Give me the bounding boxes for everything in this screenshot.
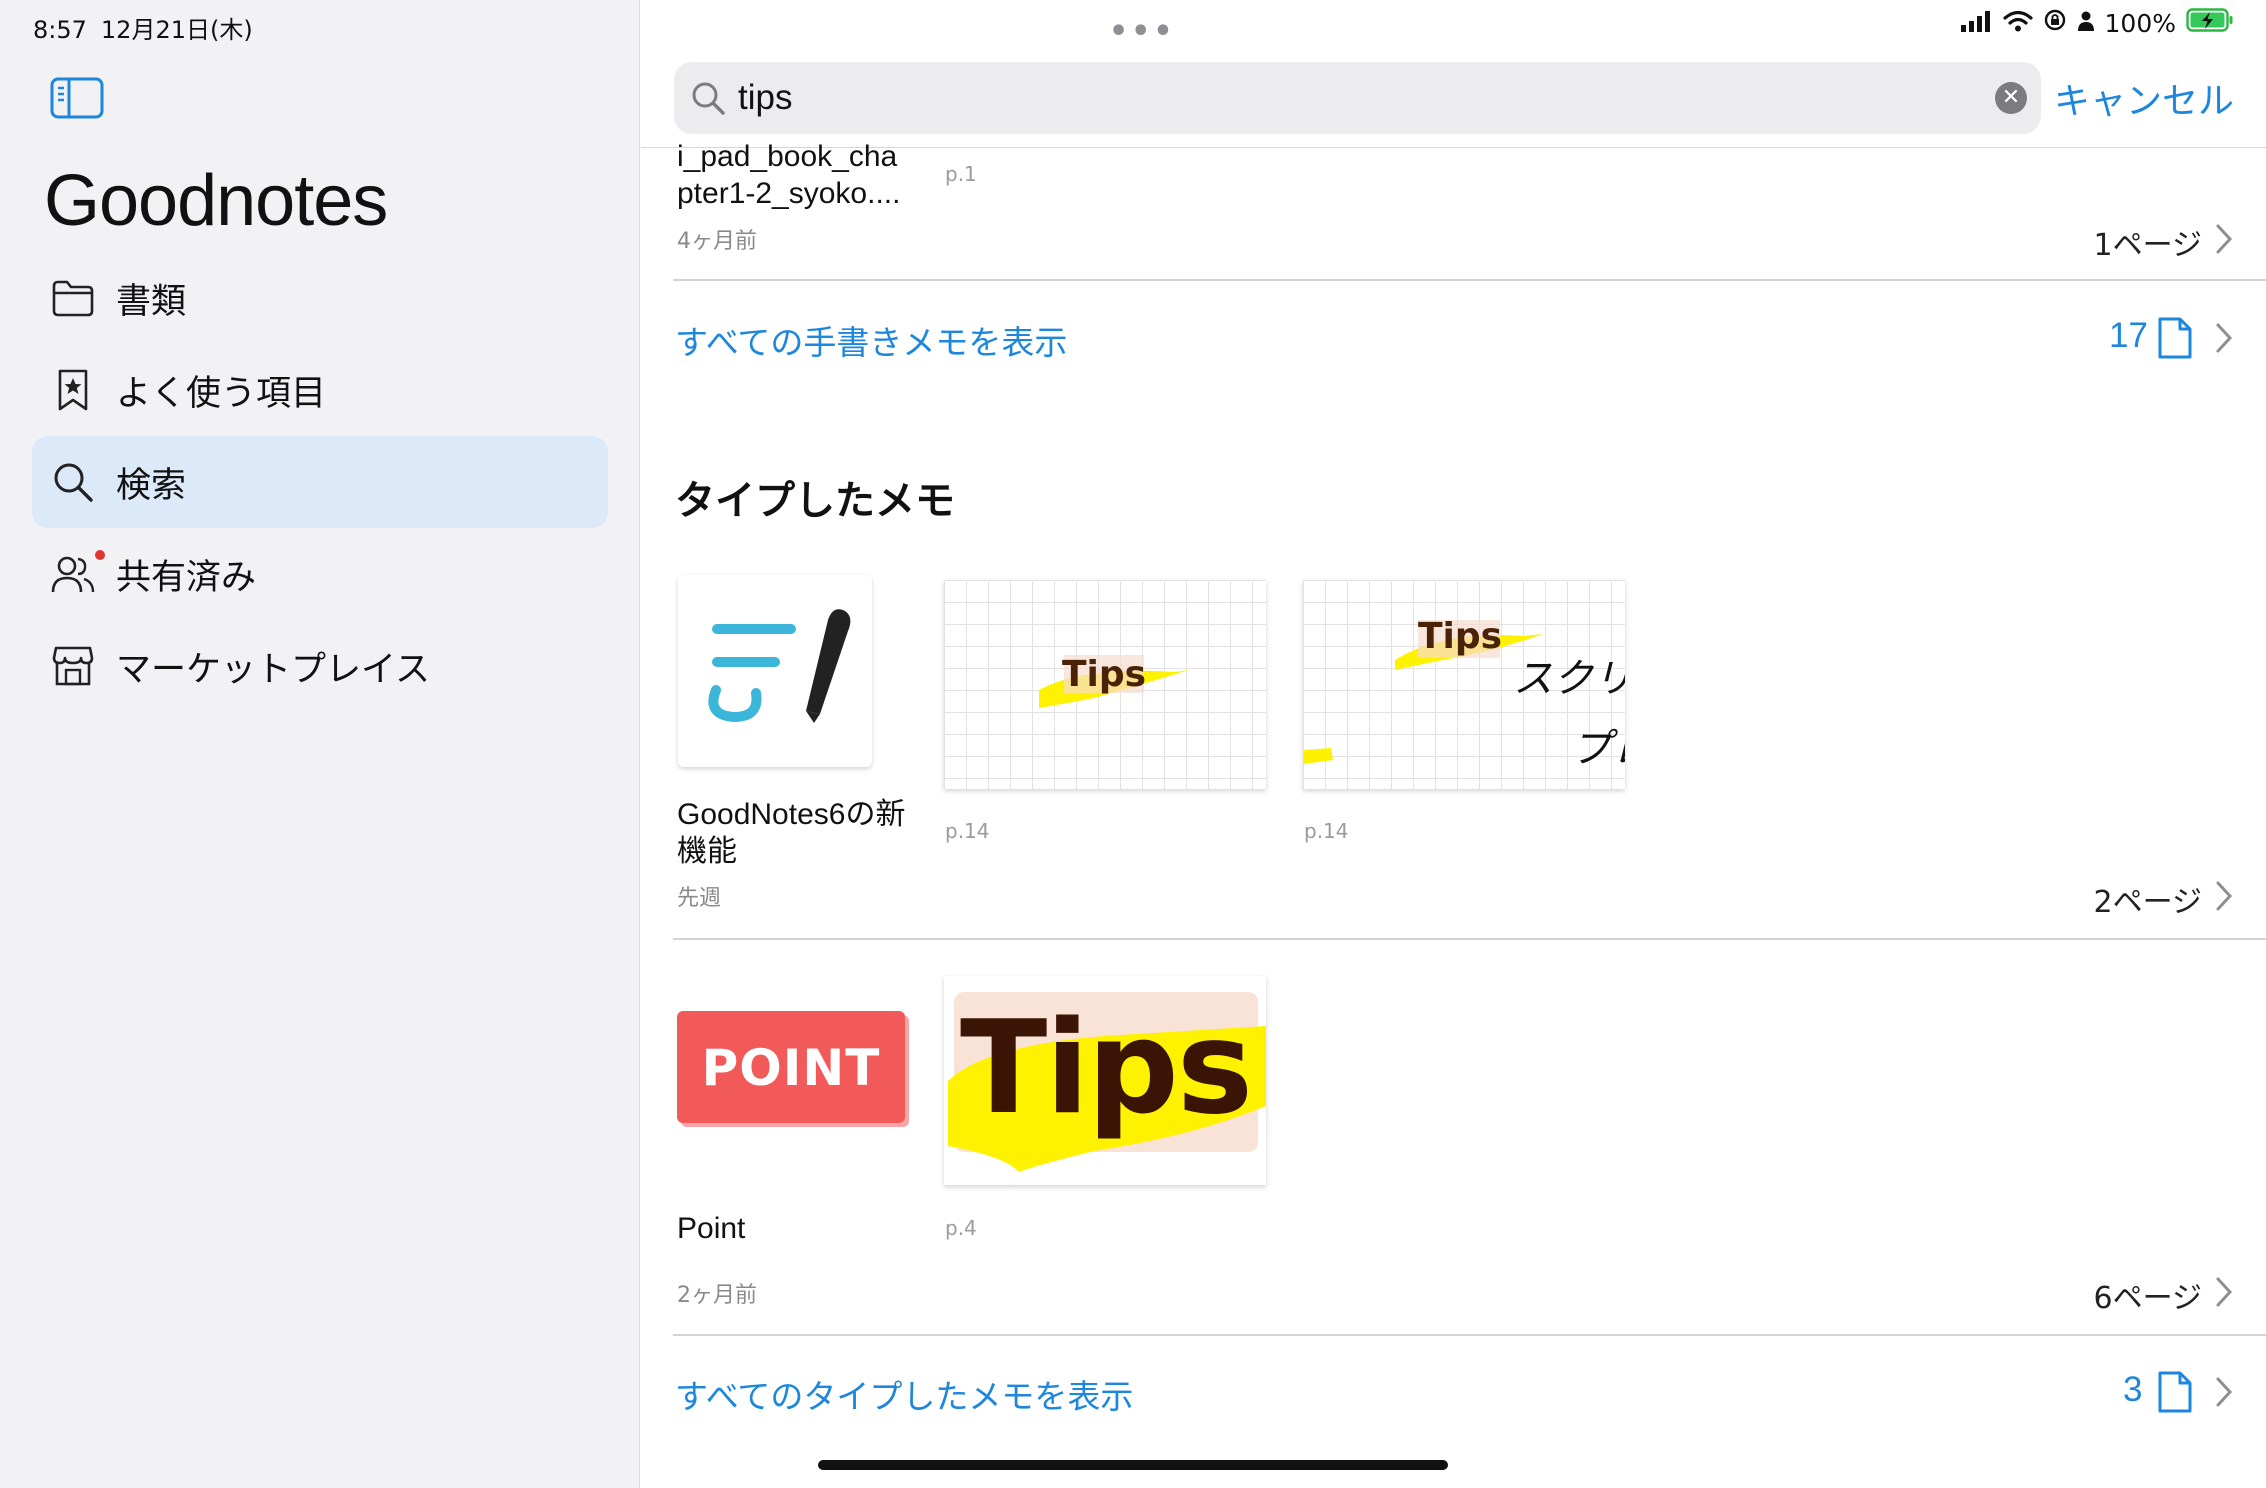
bookmark-star-icon — [50, 367, 96, 413]
sidebar-item-favorites[interactable]: よく使う項目 — [32, 344, 608, 436]
home-indicator[interactable] — [818, 1460, 1448, 1470]
wifi-icon — [2002, 9, 2033, 38]
main-content: ••• 100% ✕ キャンセル i_pad_book_cha pter1-2_… — [641, 0, 2266, 1488]
thumbnail-text: Tips — [1062, 654, 1147, 695]
multitasking-dots-icon[interactable]: ••• — [1109, 14, 1176, 49]
sidebar-item-search[interactable]: 検索 — [32, 436, 608, 528]
clear-search-icon[interactable]: ✕ — [1995, 82, 2027, 114]
thumbnail-text: Tips — [960, 994, 1253, 1143]
note-title-line2: pter1-2_syoko.... — [677, 177, 901, 210]
sidebar-item-label: マーケットプレイス — [116, 649, 430, 690]
handwritten-count: 17 — [2109, 316, 2148, 355]
sidebar: 8:57 12月21日(木) Goodnotes 書類 よく使う項目 検索 共有… — [0, 0, 640, 1488]
page-thumbnail[interactable]: Tips — [944, 976, 1266, 1185]
chevron-right-icon — [2216, 1377, 2233, 1407]
note-title-line1: i_pad_book_cha — [677, 140, 898, 173]
page-thumbnail[interactable]: Tips — [944, 580, 1266, 789]
note-title-line2: 機能 — [677, 835, 737, 868]
page-ref: p.4 — [945, 1216, 977, 1240]
status-time: 8:57 — [33, 16, 87, 44]
sidebar-item-marketplace[interactable]: マーケットプレイス — [32, 620, 608, 712]
search-bar: ✕ — [674, 62, 2041, 134]
note-date: 先週 — [677, 886, 722, 911]
page-ref: p.14 — [1304, 819, 1349, 843]
cover-text: POINT — [701, 1039, 881, 1097]
note-date: 2ヶ月前 — [677, 1283, 757, 1308]
thumbnail-handwriting: スクリー — [1513, 656, 1625, 702]
page-thumbnail[interactable]: Tips スクリー プレ — [1303, 580, 1625, 789]
page-ref: p.1 — [945, 162, 977, 186]
page-count: 6ページ — [2093, 1281, 2203, 1316]
sidebar-nav: 書類 よく使う項目 検索 共有済み マーケットプレイス — [32, 252, 608, 712]
note-date: 4ヶ月前 — [677, 229, 757, 254]
divider — [673, 1334, 2266, 1336]
status-bar-right: 100% — [1951, 8, 2234, 38]
cancel-button[interactable]: キャンセル — [2054, 72, 2234, 124]
chevron-right-icon — [2216, 1277, 2233, 1307]
rotation-lock-icon — [2043, 8, 2067, 38]
sidebar-item-shared[interactable]: 共有済み — [32, 528, 608, 620]
sidebar-item-documents[interactable]: 書類 — [32, 252, 608, 344]
search-icon — [688, 78, 728, 118]
typed-count: 3 — [2123, 1370, 2143, 1409]
note-title-line1: GoodNotes6の新 — [677, 798, 906, 831]
thumbnail-handwriting: プレ — [1571, 726, 1625, 772]
page-ref: p.14 — [945, 819, 990, 843]
status-date: 12月21日(木) — [100, 16, 253, 44]
status-time-date: 8:57 12月21日(木) — [33, 10, 267, 45]
show-all-typed-link[interactable]: すべてのタイプしたメモを表示 — [675, 1370, 1133, 1418]
divider — [673, 279, 2266, 281]
chevron-right-icon — [2216, 323, 2233, 353]
chevron-right-icon — [2216, 881, 2233, 911]
show-all-handwritten-link[interactable]: すべての手書きメモを表示 — [675, 316, 1067, 364]
cellular-signal-icon — [1960, 9, 1993, 38]
notification-badge — [95, 550, 105, 560]
page-count: 2ページ — [2093, 885, 2203, 920]
goodnotes-logo-icon — [678, 575, 872, 767]
page-count: 1ページ — [2093, 228, 2203, 263]
app-title: Goodnotes — [44, 161, 388, 241]
notebook-cover[interactable] — [678, 575, 872, 767]
divider — [673, 938, 2266, 940]
search-input[interactable] — [738, 78, 1938, 118]
chevron-right-icon — [2216, 224, 2233, 254]
store-icon — [50, 643, 96, 689]
note-title: Point — [677, 1212, 746, 1245]
sidebar-item-label: 共有済み — [116, 557, 257, 598]
sidebar-toggle-icon[interactable] — [50, 77, 104, 119]
document-icon — [2158, 1371, 2192, 1413]
sidebar-item-label: 検索 — [116, 465, 187, 506]
battery-percent: 100% — [2104, 8, 2176, 38]
folder-icon — [50, 275, 96, 321]
person-icon — [2077, 9, 2095, 38]
search-icon — [50, 459, 96, 505]
sidebar-item-label: 書類 — [116, 281, 187, 322]
document-icon — [2158, 317, 2192, 359]
notebook-cover[interactable]: POINT — [677, 1011, 905, 1123]
battery-charging-icon — [2186, 8, 2234, 38]
thumbnail-text: Tips — [1418, 616, 1503, 657]
section-title-typed-notes: タイプしたメモ — [675, 478, 955, 524]
people-icon — [50, 551, 96, 597]
sidebar-item-label: よく使う項目 — [116, 373, 327, 414]
